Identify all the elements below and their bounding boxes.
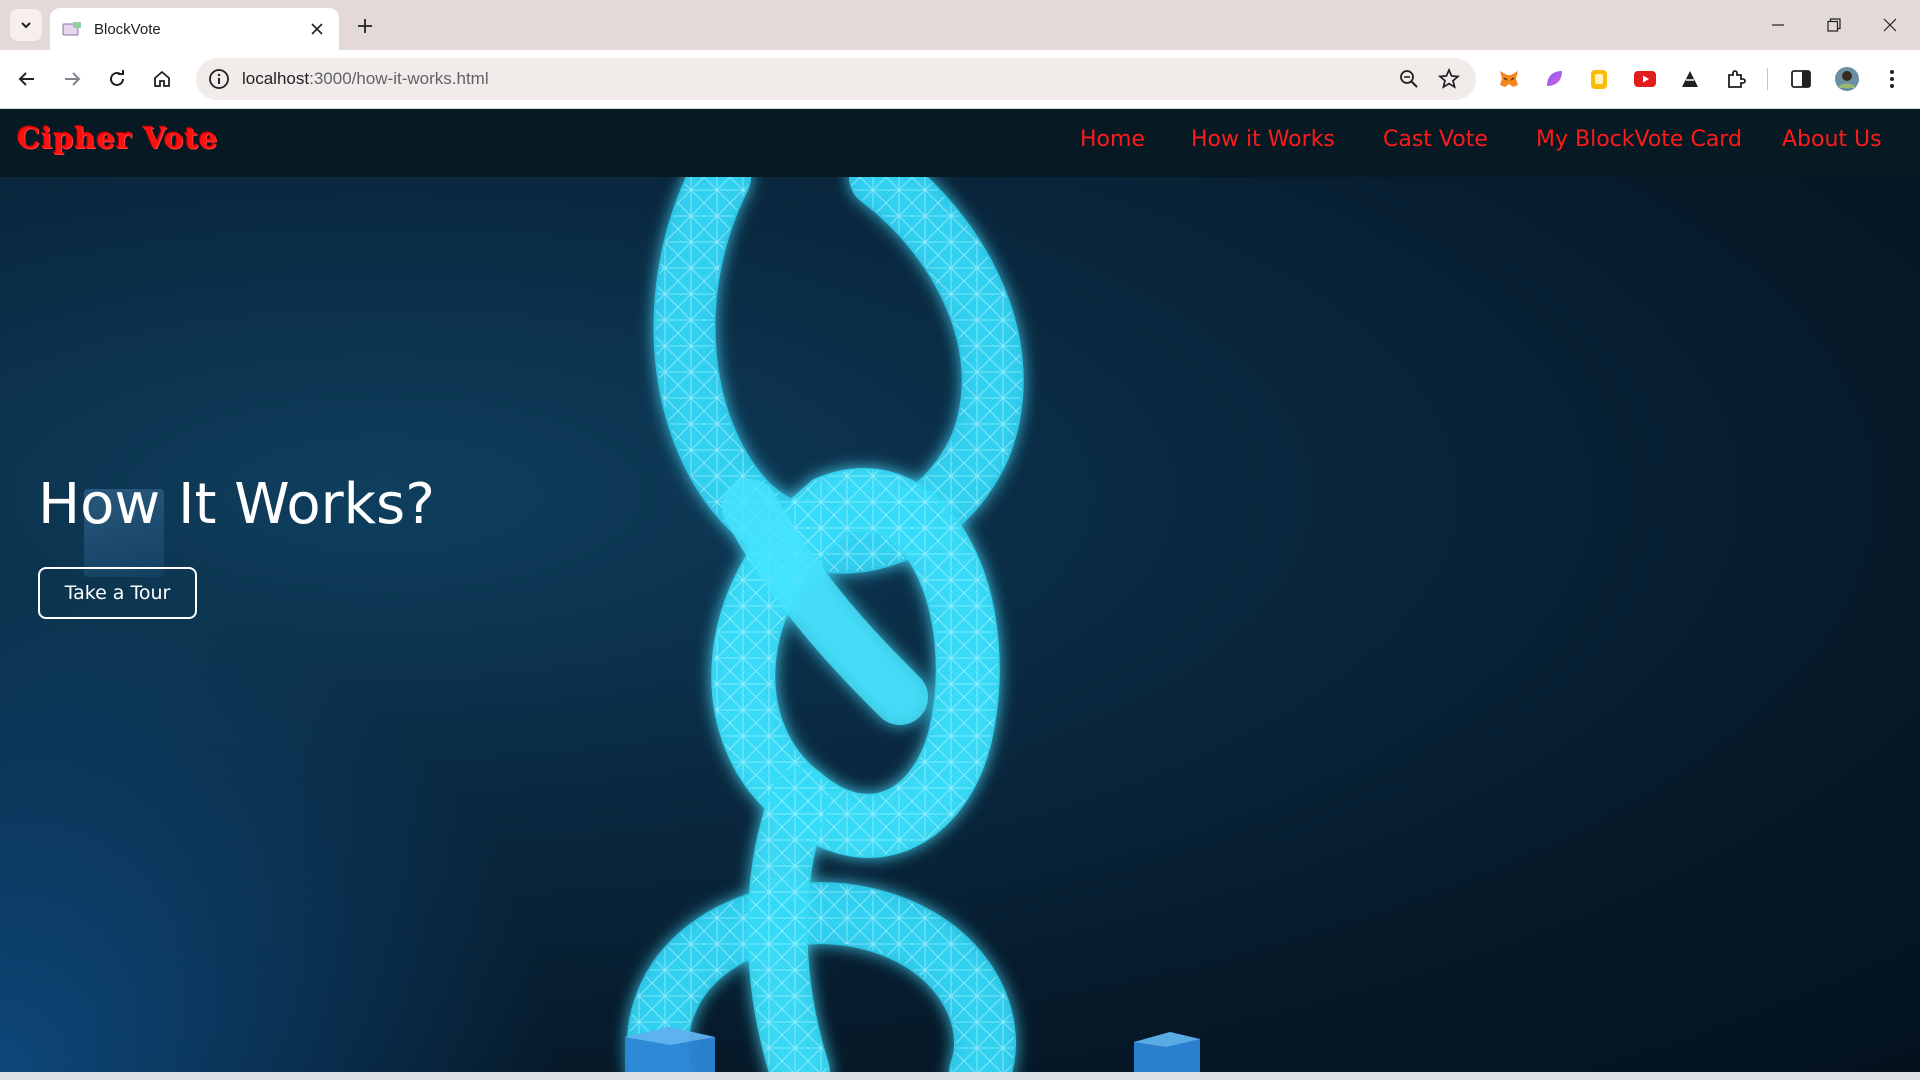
plus-icon [358, 19, 372, 33]
feather-extension-icon[interactable] [1541, 66, 1567, 92]
restore-window-button[interactable] [1821, 12, 1847, 38]
back-button[interactable] [12, 64, 42, 94]
toolbar-separator [1767, 68, 1768, 90]
address-bar[interactable]: localhost:3000/how-it-works.html [196, 58, 1476, 100]
arrow-right-icon [65, 72, 81, 86]
arrow-left-icon [18, 72, 34, 86]
url-text: localhost:3000/how-it-works.html [242, 69, 489, 89]
reload-button[interactable] [102, 64, 132, 94]
site-favicon-icon [62, 21, 82, 37]
page-title: How It Works? [38, 472, 435, 537]
zoom-icon[interactable] [1398, 68, 1420, 90]
home-button[interactable] [147, 64, 177, 94]
url-host: localhost [242, 69, 310, 88]
brand-logo[interactable]: Cipher Vote [17, 121, 218, 155]
side-panel-icon[interactable] [1788, 66, 1814, 92]
yellow-extension-icon[interactable] [1586, 66, 1612, 92]
nav-link-how-it-works[interactable]: How it Works [1191, 127, 1335, 152]
nav-link-home[interactable]: Home [1080, 127, 1145, 152]
site-info-icon[interactable] [208, 68, 230, 90]
page-viewport: Cipher Vote Home How it Works Cast Vote … [0, 109, 1920, 1072]
bookmark-star-icon[interactable] [1437, 67, 1461, 90]
close-icon [1883, 18, 1897, 32]
restore-icon [1827, 18, 1841, 32]
chevron-down-icon [21, 22, 31, 29]
nav-link-about-us[interactable]: About Us [1782, 127, 1882, 152]
dark-extension-icon[interactable] [1677, 66, 1703, 92]
close-window-button[interactable] [1877, 12, 1903, 38]
site-navbar: Cipher Vote Home How it Works Cast Vote … [0, 109, 1920, 177]
browser-toolbar: localhost:3000/how-it-works.html [0, 50, 1920, 109]
browser-menu-icon[interactable] [1879, 66, 1905, 92]
home-icon [154, 70, 170, 87]
browser-tab[interactable]: BlockVote [50, 8, 339, 50]
block-cubes [625, 1027, 1200, 1072]
new-tab-button[interactable] [352, 13, 378, 39]
close-tab-icon[interactable] [307, 19, 327, 39]
minimize-window-button[interactable] [1765, 12, 1791, 38]
url-path: :3000/how-it-works.html [309, 69, 489, 88]
reload-icon [110, 70, 124, 86]
extensions-puzzle-icon[interactable] [1723, 66, 1749, 92]
metamask-extension-icon[interactable] [1496, 66, 1522, 92]
profile-avatar[interactable] [1834, 66, 1860, 92]
minimize-icon [1772, 24, 1784, 26]
tab-strip: BlockVote [0, 0, 1920, 50]
youtube-extension-icon[interactable] [1632, 66, 1658, 92]
forward-button[interactable] [57, 64, 87, 94]
nav-link-cast-vote[interactable]: Cast Vote [1383, 127, 1488, 152]
horizontal-scrollbar[interactable] [0, 1072, 1920, 1080]
tab-search-button[interactable] [10, 9, 42, 41]
tab-title: BlockVote [94, 20, 161, 38]
take-a-tour-button[interactable]: Take a Tour [38, 567, 197, 619]
nav-link-my-blockvote-card[interactable]: My BlockVote Card [1536, 127, 1742, 152]
blockchain-chain-illustration [625, 177, 1200, 1072]
